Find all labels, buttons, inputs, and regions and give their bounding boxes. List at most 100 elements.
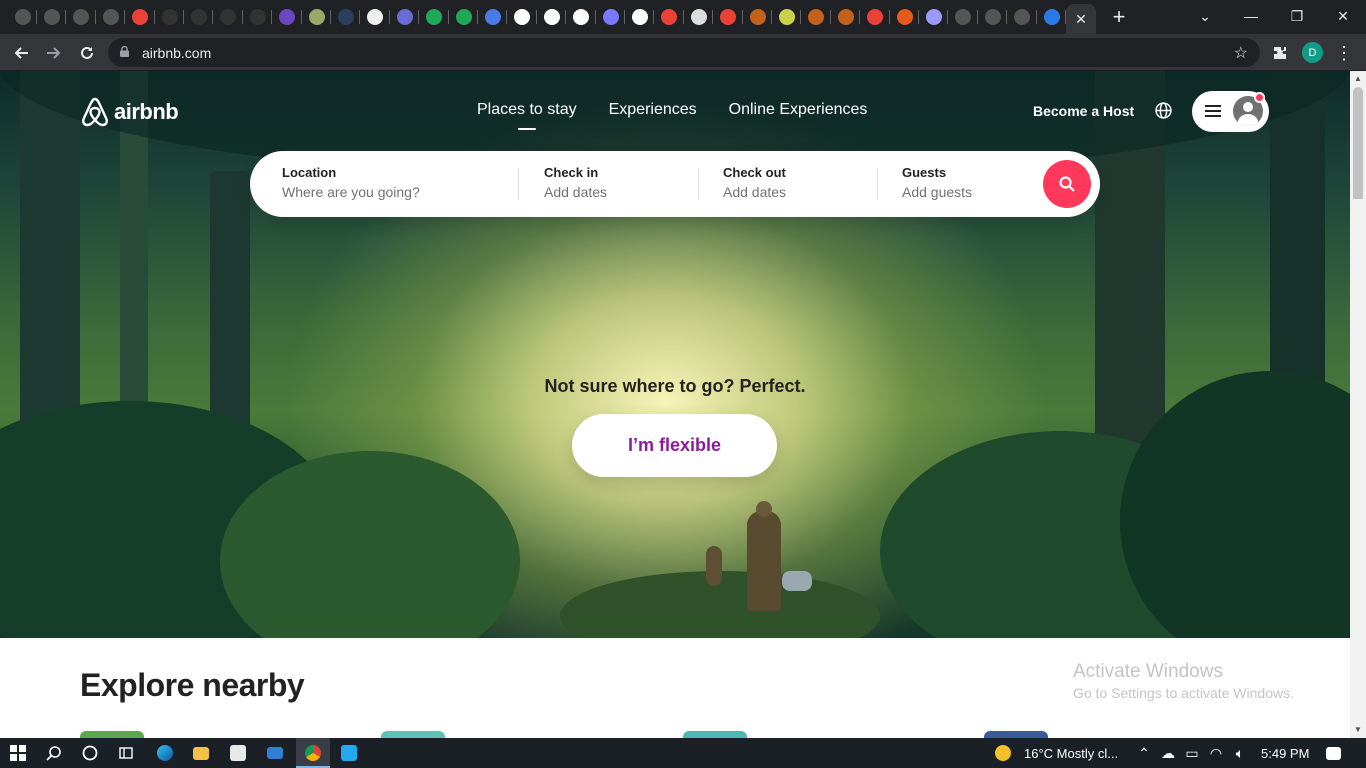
tab-search-icon[interactable]: ⌄: [1182, 0, 1228, 32]
browser-tab[interactable]: [625, 4, 655, 30]
browser-tab[interactable]: [449, 4, 478, 30]
guests-field[interactable]: Guests Add guests: [902, 165, 972, 200]
tab-favicon-icon: [543, 9, 560, 25]
browser-tab[interactable]: [302, 4, 331, 30]
browser-tab[interactable]: [184, 4, 214, 30]
search-button[interactable]: [1043, 160, 1091, 208]
browser-tab[interactable]: [214, 4, 243, 30]
browser-tab[interactable]: [802, 4, 831, 30]
active-tab[interactable]: ✕: [1066, 4, 1096, 34]
browser-tab[interactable]: [243, 4, 273, 30]
bookmark-star-icon[interactable]: ☆: [1234, 43, 1248, 63]
im-flexible-button[interactable]: I’m flexible: [572, 414, 777, 477]
cloud-icon[interactable]: ☁: [1158, 743, 1178, 763]
nearby-thumbnail[interactable]: [80, 731, 144, 738]
browser-tab[interactable]: [1008, 4, 1037, 30]
search-icon: [1059, 176, 1075, 192]
minimize-button[interactable]: —: [1228, 0, 1274, 32]
new-tab-button[interactable]: +: [1108, 6, 1130, 28]
cortana-icon[interactable]: [80, 743, 100, 763]
browser-tab[interactable]: [478, 4, 508, 30]
browser-tab[interactable]: [537, 4, 567, 30]
vscode-icon[interactable]: [339, 743, 359, 763]
browser-tab[interactable]: [567, 4, 596, 30]
forward-icon[interactable]: [41, 40, 67, 66]
check-out-field[interactable]: Check out Add dates: [723, 165, 786, 200]
browser-tab[interactable]: [714, 4, 743, 30]
nav-experiences[interactable]: Experiences: [609, 101, 697, 119]
nearby-thumbnail[interactable]: [381, 731, 445, 738]
search-icon[interactable]: [44, 743, 64, 763]
nearby-thumbnail[interactable]: [984, 731, 1048, 738]
check-in-field[interactable]: Check in Add dates: [544, 165, 607, 200]
browser-tab[interactable]: [273, 4, 302, 30]
lock-icon: [120, 46, 129, 57]
nearby-thumbnail[interactable]: [683, 731, 747, 738]
nav-online-experiences[interactable]: Online Experiences: [729, 101, 868, 119]
location-field[interactable]: Location Where are you going?: [282, 165, 420, 200]
nav-places-to-stay[interactable]: Places to stay: [477, 101, 577, 130]
browser-tab[interactable]: [508, 4, 537, 30]
microsoft-store-icon[interactable]: [228, 743, 248, 763]
volume-icon[interactable]: 🔈︎: [1230, 743, 1250, 763]
clock-text[interactable]: 5:49 PM: [1261, 746, 1309, 761]
url-text[interactable]: airbnb.com: [142, 45, 211, 61]
windows-start-icon[interactable]: [8, 743, 28, 763]
chrome-icon[interactable]: [303, 743, 323, 763]
address-bar[interactable]: airbnb.com ☆: [108, 38, 1260, 67]
browser-tab[interactable]: [8, 4, 37, 30]
browser-tab[interactable]: [596, 4, 625, 30]
file-explorer-icon[interactable]: [191, 743, 211, 763]
browser-tab[interactable]: [155, 4, 184, 30]
browser-tab[interactable]: [919, 4, 949, 30]
chevron-up-icon[interactable]: ⌃: [1134, 743, 1154, 763]
battery-icon[interactable]: ▭: [1182, 743, 1202, 763]
task-view-icon[interactable]: [116, 743, 136, 763]
extensions-icon[interactable]: [1267, 40, 1293, 66]
profile-avatar[interactable]: D: [1302, 42, 1323, 63]
divider: [518, 168, 519, 200]
browser-tab[interactable]: [37, 4, 67, 30]
airbnb-logo[interactable]: airbnb: [80, 96, 179, 128]
browser-tab[interactable]: [684, 4, 714, 30]
notification-dot: [1254, 92, 1265, 103]
edge-icon[interactable]: [155, 743, 175, 763]
browser-tab[interactable]: [772, 4, 802, 30]
browser-tab[interactable]: [96, 4, 126, 30]
mail-icon[interactable]: [265, 743, 285, 763]
browser-tab[interactable]: [420, 4, 449, 30]
child-figure: [706, 546, 722, 586]
browser-tab[interactable]: [890, 4, 919, 30]
maximize-button[interactable]: ❐: [1274, 0, 1320, 32]
weather-text[interactable]: 16°C Mostly cl...: [1024, 746, 1118, 761]
browser-tab[interactable]: [126, 4, 155, 30]
browser-tab[interactable]: [978, 4, 1008, 30]
location-input[interactable]: Where are you going?: [282, 184, 420, 200]
notifications-icon[interactable]: [1323, 743, 1343, 763]
reload-icon[interactable]: [74, 40, 100, 66]
page-scrollbar[interactable]: ▲ ▼: [1350, 71, 1366, 738]
browser-tab[interactable]: [1037, 4, 1066, 30]
browser-tab[interactable]: [361, 4, 390, 30]
wifi-icon[interactable]: ◠: [1206, 743, 1226, 763]
browser-tab[interactable]: [831, 4, 861, 30]
windows-taskbar: 16°C Mostly cl... ⌃ ☁ ▭ ◠ 🔈︎ 5:49 PM: [0, 738, 1366, 768]
browser-tab[interactable]: [743, 4, 772, 30]
menu-kebab-icon[interactable]: ⋮: [1331, 40, 1357, 66]
browser-tab[interactable]: [655, 4, 684, 30]
tab-favicon-icon: [337, 9, 354, 25]
globe-icon[interactable]: [1155, 102, 1172, 119]
back-icon[interactable]: [8, 40, 34, 66]
browser-tab[interactable]: [390, 4, 420, 30]
browser-tab[interactable]: [861, 4, 890, 30]
browser-tab[interactable]: [331, 4, 361, 30]
tab-favicon-icon: [602, 9, 619, 25]
close-tab-icon[interactable]: ✕: [1075, 11, 1087, 28]
become-host-link[interactable]: Become a Host: [1033, 103, 1134, 119]
scroll-up-icon[interactable]: ▲: [1354, 74, 1362, 83]
browser-tab[interactable]: [949, 4, 978, 30]
scroll-down-icon[interactable]: ▼: [1354, 725, 1362, 734]
close-window-button[interactable]: ✕: [1320, 0, 1366, 32]
scrollbar-thumb[interactable]: [1353, 87, 1363, 199]
browser-tab[interactable]: [67, 4, 96, 30]
